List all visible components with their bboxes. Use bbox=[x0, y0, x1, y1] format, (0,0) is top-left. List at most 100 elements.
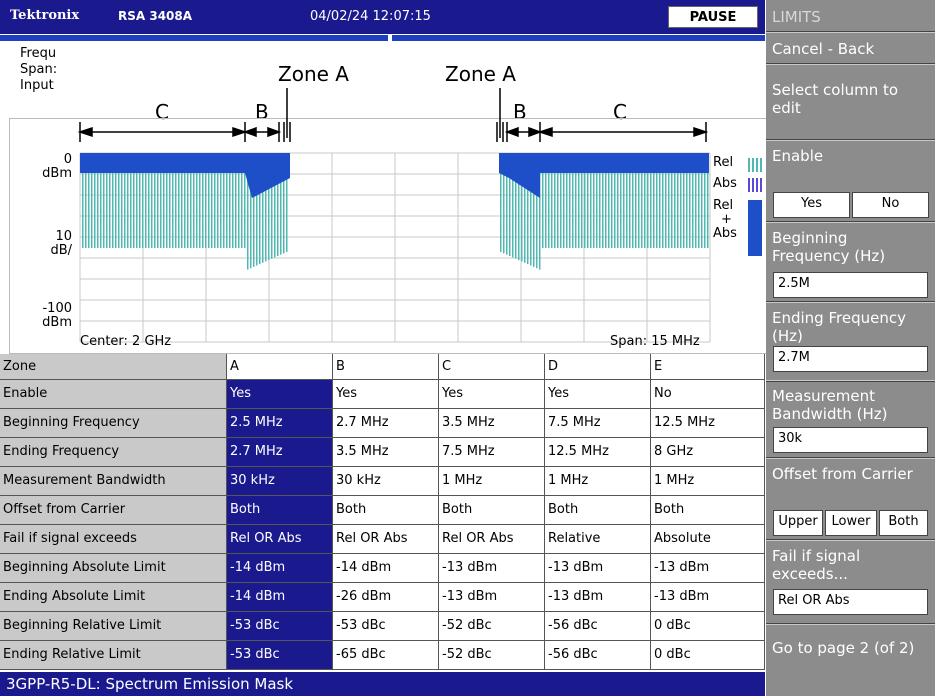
table-header-row: Zone A B C D E bbox=[0, 354, 765, 383]
column-header-e[interactable]: E bbox=[651, 354, 765, 380]
trace-bar bbox=[202, 173, 204, 248]
trace-bar bbox=[196, 173, 198, 248]
table-cell[interactable]: 8 GHz bbox=[651, 438, 765, 467]
table-cell[interactable]: -13 dBm bbox=[545, 583, 651, 612]
table-cell[interactable]: -53 dBc bbox=[333, 612, 439, 641]
table-cell[interactable]: Rel OR Abs bbox=[227, 525, 333, 554]
trace-bar bbox=[226, 173, 228, 248]
trace-bar bbox=[91, 173, 93, 248]
table-row: Ending Absolute Limit -14 dBm -26 dBm -1… bbox=[0, 583, 765, 612]
beginning-frequency-field[interactable]: 2.5M bbox=[773, 272, 928, 298]
y-bottom-unit: dBm bbox=[42, 315, 72, 330]
trace-bar bbox=[157, 173, 159, 248]
table-cell[interactable]: -14 dBm bbox=[227, 554, 333, 583]
table-cell[interactable]: Absolute bbox=[651, 525, 765, 554]
trace-bar bbox=[283, 173, 285, 254]
offset-upper-option[interactable]: Upper bbox=[773, 510, 823, 536]
table-cell[interactable]: 2.7 MHz bbox=[227, 438, 333, 467]
table-cell[interactable]: Rel OR Abs bbox=[333, 525, 439, 554]
legend-relabs-label-2: + bbox=[721, 212, 732, 227]
table-cell[interactable]: Yes bbox=[333, 380, 439, 409]
table-row: Beginning Absolute Limit -14 dBm -14 dBm… bbox=[0, 554, 765, 583]
trace-bar bbox=[223, 173, 225, 248]
table-cell[interactable]: 12.5 MHz bbox=[651, 409, 765, 438]
offset-both-option[interactable]: Both bbox=[879, 510, 928, 536]
trace-bar bbox=[602, 173, 604, 248]
table-cell[interactable]: -13 dBm bbox=[439, 554, 545, 583]
column-header-a[interactable]: A bbox=[227, 354, 333, 380]
row-label: Enable bbox=[0, 380, 227, 409]
trace-bar bbox=[623, 173, 625, 248]
column-header-b[interactable]: B bbox=[333, 354, 439, 380]
row-label: Measurement Bandwidth bbox=[0, 467, 227, 496]
table-cell[interactable]: -65 dBc bbox=[333, 641, 439, 670]
trace-bar bbox=[632, 173, 634, 248]
ending-frequency-field[interactable]: 2.7M bbox=[773, 346, 928, 372]
table-cell[interactable]: Yes bbox=[439, 380, 545, 409]
table-cell[interactable]: -14 dBm bbox=[227, 583, 333, 612]
table-cell[interactable]: -13 dBm bbox=[439, 583, 545, 612]
table-cell[interactable]: Rel OR Abs bbox=[439, 525, 545, 554]
table-cell[interactable]: 30 kHz bbox=[333, 467, 439, 496]
table-cell[interactable]: -26 dBm bbox=[333, 583, 439, 612]
fail-if-field[interactable]: Rel OR Abs bbox=[773, 589, 928, 615]
legend-abs-swatch bbox=[748, 178, 762, 192]
enable-no-option[interactable]: No bbox=[852, 192, 929, 218]
table-cell[interactable]: 0 dBc bbox=[651, 641, 765, 670]
table-cell[interactable]: 2.7 MHz bbox=[333, 409, 439, 438]
table-cell[interactable]: -53 dBc bbox=[227, 641, 333, 670]
table-cell[interactable]: -13 dBm bbox=[651, 554, 765, 583]
trace-bar bbox=[671, 173, 673, 248]
measurement-bandwidth-field[interactable]: 30k bbox=[773, 427, 928, 453]
trace-bar bbox=[124, 173, 126, 248]
trace-bar bbox=[593, 173, 595, 248]
table-cell[interactable]: -56 dBc bbox=[545, 612, 651, 641]
table-cell[interactable]: -14 dBm bbox=[333, 554, 439, 583]
offset-lower-option[interactable]: Lower bbox=[825, 510, 877, 536]
table-cell[interactable]: 0 dBc bbox=[651, 612, 765, 641]
table-cell[interactable]: 1 MHz bbox=[545, 467, 651, 496]
table-cell[interactable]: Both bbox=[545, 496, 651, 525]
trace-bar bbox=[121, 173, 123, 248]
cancel-back-button[interactable]: Cancel - Back bbox=[766, 32, 935, 64]
table-cell[interactable]: Both bbox=[227, 496, 333, 525]
row-label: Beginning Frequency bbox=[0, 409, 227, 438]
table-cell[interactable]: 3.5 MHz bbox=[333, 438, 439, 467]
table-cell[interactable]: 7.5 MHz bbox=[545, 409, 651, 438]
column-header-d[interactable]: D bbox=[545, 354, 651, 380]
trace-bar bbox=[614, 173, 616, 248]
table-cell[interactable]: Both bbox=[439, 496, 545, 525]
table-cell[interactable]: No bbox=[651, 380, 765, 409]
table-cell[interactable]: -56 dBc bbox=[545, 641, 651, 670]
trace-bar bbox=[109, 173, 111, 248]
column-header-c[interactable]: C bbox=[439, 354, 545, 380]
select-column-button[interactable]: Select column to edit bbox=[766, 64, 935, 140]
trace-bar bbox=[680, 173, 682, 248]
table-cell[interactable]: Yes bbox=[227, 380, 333, 409]
table-cell[interactable]: 7.5 MHz bbox=[439, 438, 545, 467]
enable-yes-option[interactable]: Yes bbox=[773, 192, 850, 218]
trace-bar bbox=[211, 173, 213, 248]
table-cell[interactable]: 30 kHz bbox=[227, 467, 333, 496]
table-cell[interactable]: -13 dBm bbox=[651, 583, 765, 612]
table-cell[interactable]: Yes bbox=[545, 380, 651, 409]
table-cell[interactable]: Both bbox=[333, 496, 439, 525]
legend-abs-label: Abs bbox=[713, 176, 737, 191]
trace-bar bbox=[611, 173, 613, 248]
mask-right-top bbox=[499, 153, 709, 173]
table-cell[interactable]: -52 dBc bbox=[439, 612, 545, 641]
table-cell[interactable]: -53 dBc bbox=[227, 612, 333, 641]
pause-status-button[interactable]: PAUSE bbox=[668, 6, 758, 28]
trace-bar bbox=[689, 173, 691, 248]
table-cell[interactable]: Both bbox=[651, 496, 765, 525]
table-cell[interactable]: Relative bbox=[545, 525, 651, 554]
table-cell[interactable]: 1 MHz bbox=[439, 467, 545, 496]
table-cell[interactable]: 3.5 MHz bbox=[439, 409, 545, 438]
table-cell[interactable]: 2.5 MHz bbox=[227, 409, 333, 438]
table-cell[interactable]: -13 dBm bbox=[545, 554, 651, 583]
table-cell[interactable]: 1 MHz bbox=[651, 467, 765, 496]
table-cell[interactable]: -52 dBc bbox=[439, 641, 545, 670]
table-cell[interactable]: 12.5 MHz bbox=[545, 438, 651, 467]
trace-bar bbox=[683, 173, 685, 248]
go-to-page-2-button[interactable]: Go to page 2 (of 2) bbox=[766, 624, 935, 696]
